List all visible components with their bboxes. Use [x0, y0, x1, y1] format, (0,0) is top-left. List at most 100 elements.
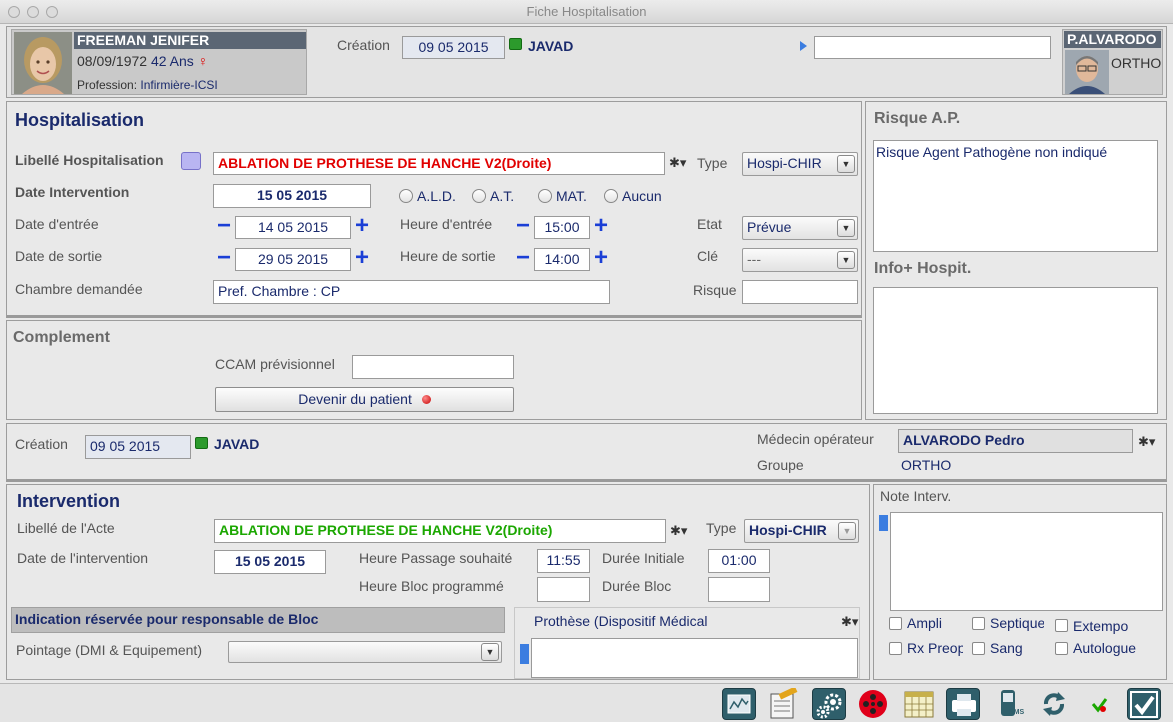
heure-entree-minus-button[interactable]: − — [512, 214, 534, 238]
intervention-type-label: Type — [706, 520, 737, 536]
sms-label: SMS — [1009, 709, 1025, 716]
etat-select[interactable]: Prévue ▼ — [742, 216, 858, 240]
note-interv-title: Note Interv. — [880, 488, 952, 504]
date-sortie-field[interactable]: 29 05 2015 — [235, 248, 351, 271]
risque-ap-text[interactable]: Risque Agent Pathogène non indiqué — [873, 140, 1158, 252]
chevron-down-icon: ▼ — [837, 251, 855, 269]
gear-dropdown-icon[interactable]: ✱▾ — [1138, 434, 1155, 450]
patient-profession-line: Profession: Infirmière-ICSI — [77, 78, 218, 92]
gear-dropdown-icon[interactable]: ✱▾ — [669, 155, 686, 171]
sms-icon[interactable]: SMS — [993, 688, 1027, 720]
date-entree-label: Date d'entrée — [15, 216, 99, 232]
date-entree-plus-button[interactable]: + — [351, 214, 373, 238]
header-creation-date[interactable]: 09 05 2015 — [402, 36, 505, 59]
type-select-value: Hospi-CHIR — [747, 155, 822, 171]
check-small-icon[interactable] — [1082, 688, 1116, 720]
calendar-icon[interactable] — [902, 688, 936, 720]
chevron-down-icon: ▼ — [837, 219, 855, 237]
gear-dropdown-icon[interactable]: ✱▾ — [670, 523, 687, 539]
type-select[interactable]: Hospi-CHIR ▼ — [742, 152, 858, 176]
intervention-type-select[interactable]: Hospi-CHIR ▼ — [744, 519, 859, 543]
operateur-creation-date[interactable]: 09 05 2015 — [85, 435, 191, 459]
duree-initiale-field[interactable]: 01:00 — [708, 549, 770, 573]
date-sortie-plus-button[interactable]: + — [351, 246, 373, 270]
date-intervention-acte-field[interactable]: 15 05 2015 — [214, 550, 326, 574]
right-info-panel: Risque A.P. Risque Agent Pathogène non i… — [865, 101, 1167, 420]
heure-sortie-field[interactable]: 14:00 — [534, 248, 590, 271]
libelle-acte-label: Libellé de l'Acte — [17, 520, 115, 536]
risque-field[interactable] — [742, 280, 858, 304]
printer-icon[interactable] — [946, 688, 980, 720]
date-intervention-label: Date Intervention — [15, 184, 130, 200]
medecin-label: Médecin opérateur — [757, 431, 874, 447]
cle-select-value: --- — [747, 251, 761, 267]
header-search-input[interactable] — [814, 36, 1051, 59]
pointage-select[interactable]: ▼ — [228, 641, 502, 663]
operateur-creation-user: JAVAD — [214, 436, 260, 452]
date-entree-field[interactable]: 14 05 2015 — [235, 216, 351, 239]
color-swatch-button[interactable] — [181, 152, 201, 170]
note-interv-text[interactable] — [890, 512, 1163, 611]
female-icon: ♀ — [197, 53, 209, 69]
date-sortie-minus-button[interactable]: − — [213, 246, 235, 270]
libelle-hospitalisation-label: Libellé Hospitalisation — [15, 152, 164, 168]
heure-entree-plus-button[interactable]: + — [590, 214, 612, 238]
cle-select[interactable]: --- ▼ — [742, 248, 858, 272]
checkbox-sang[interactable] — [972, 642, 985, 655]
gear-dropdown-icon[interactable]: ✱▾ — [841, 614, 858, 630]
patient-age: 42 Ans — [150, 53, 194, 69]
libelle-acte-field[interactable]: ABLATION DE PROTHESE DE HANCHE V2(Droite… — [214, 519, 666, 543]
prothese-text[interactable] — [531, 638, 858, 678]
heure-bloc-field[interactable] — [537, 577, 590, 602]
doctor-photo — [1065, 50, 1109, 94]
patient-name: FREEMAN JENIFER — [74, 32, 306, 49]
checkbox-extempo[interactable] — [1055, 619, 1068, 632]
patient-birth-line: 08/09/1972 42 Ans ♀ — [77, 53, 208, 69]
checkbox-septique[interactable] — [972, 617, 985, 630]
chevron-down-icon: ▼ — [481, 643, 499, 661]
duree-bloc-field[interactable] — [708, 577, 770, 602]
checkbox-autologue-label: Autologue — [1073, 640, 1137, 656]
radio-ald[interactable] — [399, 189, 413, 203]
validate-icon[interactable] — [1127, 688, 1161, 720]
doctor-specialty: ORTHO — [1111, 55, 1162, 71]
radio-at[interactable] — [472, 189, 486, 203]
checkbox-ampli[interactable] — [889, 617, 902, 630]
etat-label: Etat — [697, 216, 722, 232]
radio-ald-label: A.L.D. — [417, 188, 456, 204]
ccam-label: CCAM prévisionnel — [215, 356, 335, 372]
chambre-field[interactable]: Pref. Chambre : CP — [213, 280, 610, 304]
header-creation-user: JAVAD — [528, 38, 574, 54]
profession-label: Profession: — [77, 78, 138, 92]
notes-icon[interactable] — [767, 686, 801, 720]
radio-mat[interactable] — [538, 189, 552, 203]
heure-sortie-minus-button[interactable]: − — [512, 246, 534, 270]
prothese-title: Prothèse (Dispositif Médical — [534, 613, 708, 629]
devenir-patient-button[interactable]: Devenir du patient — [215, 387, 514, 412]
settings-icon[interactable] — [812, 688, 846, 720]
medecin-field[interactable]: ALVARODO Pedro — [898, 429, 1133, 453]
arrow-right-icon[interactable] — [520, 644, 529, 664]
hospitalisation-title: Hospitalisation — [15, 110, 145, 130]
chart-icon[interactable] — [722, 688, 756, 720]
heure-entree-field[interactable]: 15:00 — [534, 216, 590, 239]
hospitalisation-panel: Hospitalisation Libellé Hospitalisation … — [6, 101, 862, 318]
ccam-field[interactable] — [352, 355, 514, 379]
date-entree-minus-button[interactable]: − — [213, 214, 235, 238]
refresh-icon[interactable] — [1037, 688, 1071, 720]
heure-passage-field[interactable]: 11:55 — [537, 549, 590, 573]
checkbox-rx-preop[interactable] — [889, 642, 902, 655]
duree-bloc-label: Durée Bloc — [602, 578, 672, 594]
operateur-panel: Création 09 05 2015 JAVAD Médecin opérat… — [6, 423, 1167, 482]
checkbox-autologue[interactable] — [1055, 642, 1068, 655]
heure-sortie-plus-button[interactable]: + — [590, 246, 612, 270]
date-intervention-field[interactable]: 15 05 2015 — [213, 184, 371, 208]
heure-passage-label: Heure Passage souhaité — [359, 550, 513, 566]
cle-label: Clé — [697, 248, 719, 264]
libelle-hospitalisation-field[interactable]: ABLATION DE PROTHESE DE HANCHE V2(Droite… — [213, 152, 665, 175]
radio-aucun[interactable] — [604, 189, 618, 203]
film-reel-icon[interactable] — [857, 688, 891, 720]
info-hospit-text[interactable] — [873, 287, 1158, 414]
patient-photo — [14, 32, 72, 94]
arrow-right-icon[interactable] — [879, 515, 888, 531]
